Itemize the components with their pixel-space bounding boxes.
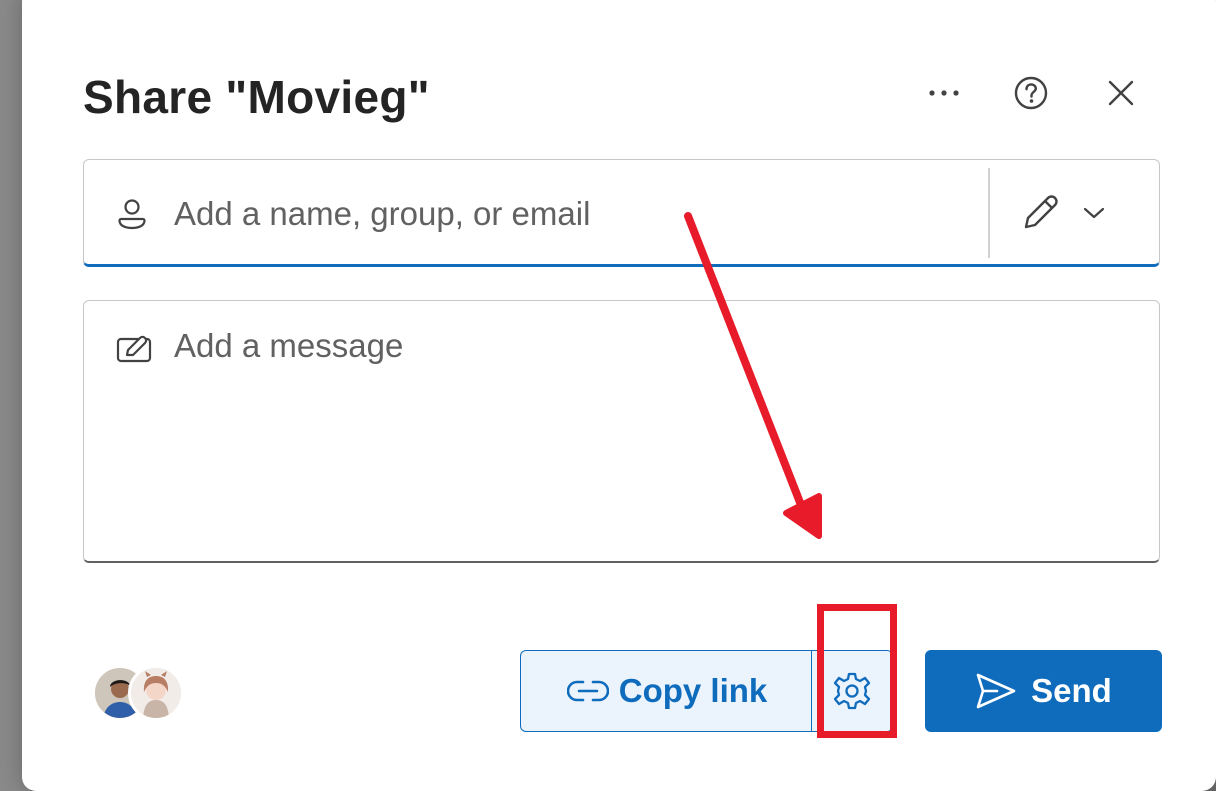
compose-icon bbox=[116, 335, 152, 363]
send-button[interactable]: Send bbox=[925, 650, 1162, 732]
pencil-icon bbox=[1024, 195, 1058, 229]
people-input[interactable] bbox=[172, 190, 976, 238]
share-dialog: Share "Movieg" Add a name, group, or ema… bbox=[22, 0, 1216, 791]
link-icon bbox=[566, 680, 609, 702]
more-icon bbox=[929, 90, 959, 96]
gear-icon bbox=[833, 672, 871, 710]
more-options-button[interactable] bbox=[920, 69, 968, 117]
avatar[interactable] bbox=[128, 665, 184, 721]
shared-with-avatars[interactable] bbox=[92, 665, 192, 725]
chevron-down-icon bbox=[1083, 207, 1105, 219]
message-box bbox=[83, 300, 1160, 563]
person-icon bbox=[118, 199, 146, 230]
close-icon bbox=[1108, 80, 1134, 106]
send-icon bbox=[976, 673, 1016, 709]
help-button[interactable] bbox=[1007, 69, 1055, 117]
permission-dropdown[interactable] bbox=[1019, 184, 1139, 242]
dialog-title: Share "Movieg" bbox=[83, 71, 430, 123]
link-settings-button[interactable] bbox=[811, 650, 893, 732]
send-label: Send bbox=[1031, 672, 1112, 709]
message-input[interactable] bbox=[172, 325, 1136, 539]
copy-link-label: Copy link bbox=[618, 672, 768, 709]
close-button[interactable] bbox=[1097, 69, 1145, 117]
help-icon bbox=[1014, 76, 1048, 110]
user-photo bbox=[131, 668, 181, 718]
copy-link-button[interactable]: Copy link bbox=[520, 650, 813, 732]
people-picker bbox=[83, 159, 1160, 267]
divider bbox=[988, 168, 990, 258]
